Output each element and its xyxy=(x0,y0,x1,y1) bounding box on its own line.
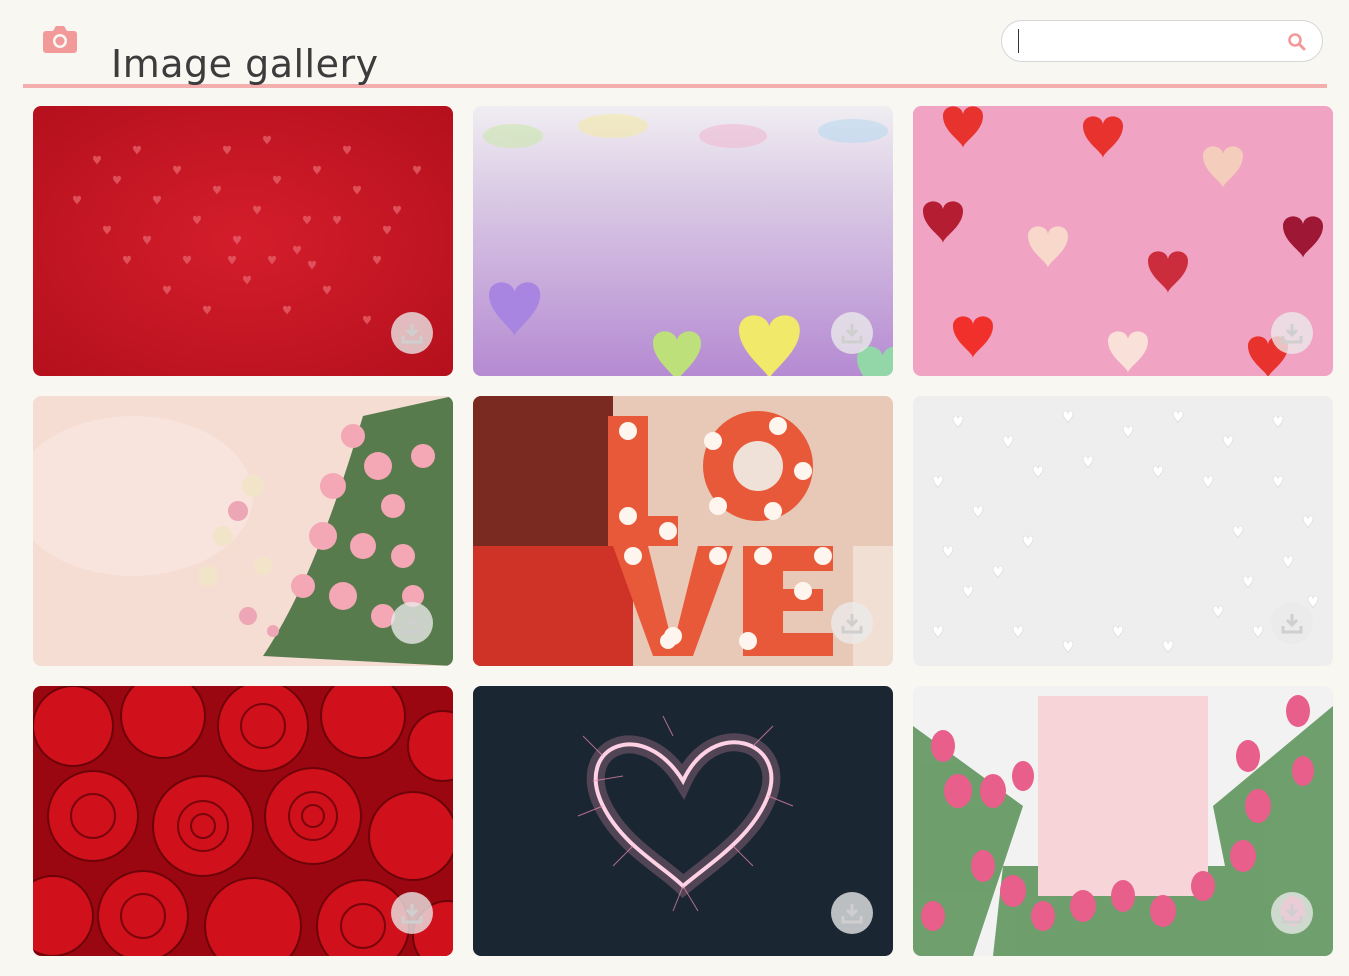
download-button[interactable] xyxy=(391,892,433,934)
gallery-image[interactable] xyxy=(473,396,893,666)
gallery-card[interactable] xyxy=(33,396,453,666)
download-icon xyxy=(841,904,863,924)
download-button[interactable] xyxy=(831,892,873,934)
page-header: Image gallery xyxy=(23,0,1327,88)
gallery-card[interactable] xyxy=(913,686,1333,956)
gallery-image[interactable] xyxy=(33,396,453,666)
gallery-card[interactable] xyxy=(33,106,453,376)
download-icon xyxy=(401,614,423,634)
download-icon xyxy=(401,324,423,344)
download-icon xyxy=(401,904,423,924)
camera-icon xyxy=(43,26,77,53)
gallery-card[interactable] xyxy=(473,686,893,956)
search-input[interactable] xyxy=(1018,29,1273,53)
page-title: Image gallery xyxy=(111,42,379,87)
gallery-card[interactable] xyxy=(473,106,893,376)
gallery-card[interactable] xyxy=(33,686,453,956)
gallery-image[interactable] xyxy=(33,106,453,376)
search-box[interactable] xyxy=(1001,20,1323,62)
download-button[interactable] xyxy=(1271,602,1313,644)
download-button[interactable] xyxy=(1271,312,1313,354)
gallery-card[interactable] xyxy=(913,106,1333,376)
download-button[interactable] xyxy=(831,312,873,354)
download-icon xyxy=(1281,324,1303,344)
gallery-card[interactable] xyxy=(913,396,1333,666)
gallery-image[interactable] xyxy=(913,686,1333,956)
download-icon xyxy=(841,324,863,344)
download-icon xyxy=(1281,904,1303,924)
gallery-image[interactable] xyxy=(473,106,893,376)
download-button[interactable] xyxy=(831,602,873,644)
download-icon xyxy=(841,614,863,634)
download-button[interactable] xyxy=(1271,892,1313,934)
gallery-image[interactable] xyxy=(913,396,1333,666)
gallery-card[interactable] xyxy=(473,396,893,666)
search-icon[interactable] xyxy=(1286,31,1308,53)
download-icon xyxy=(1281,614,1303,634)
gallery-image[interactable] xyxy=(913,106,1333,376)
download-button[interactable] xyxy=(391,312,433,354)
download-button[interactable] xyxy=(391,602,433,644)
image-grid xyxy=(33,106,1333,956)
gallery-image[interactable] xyxy=(33,686,453,956)
gallery-image[interactable] xyxy=(473,686,893,956)
